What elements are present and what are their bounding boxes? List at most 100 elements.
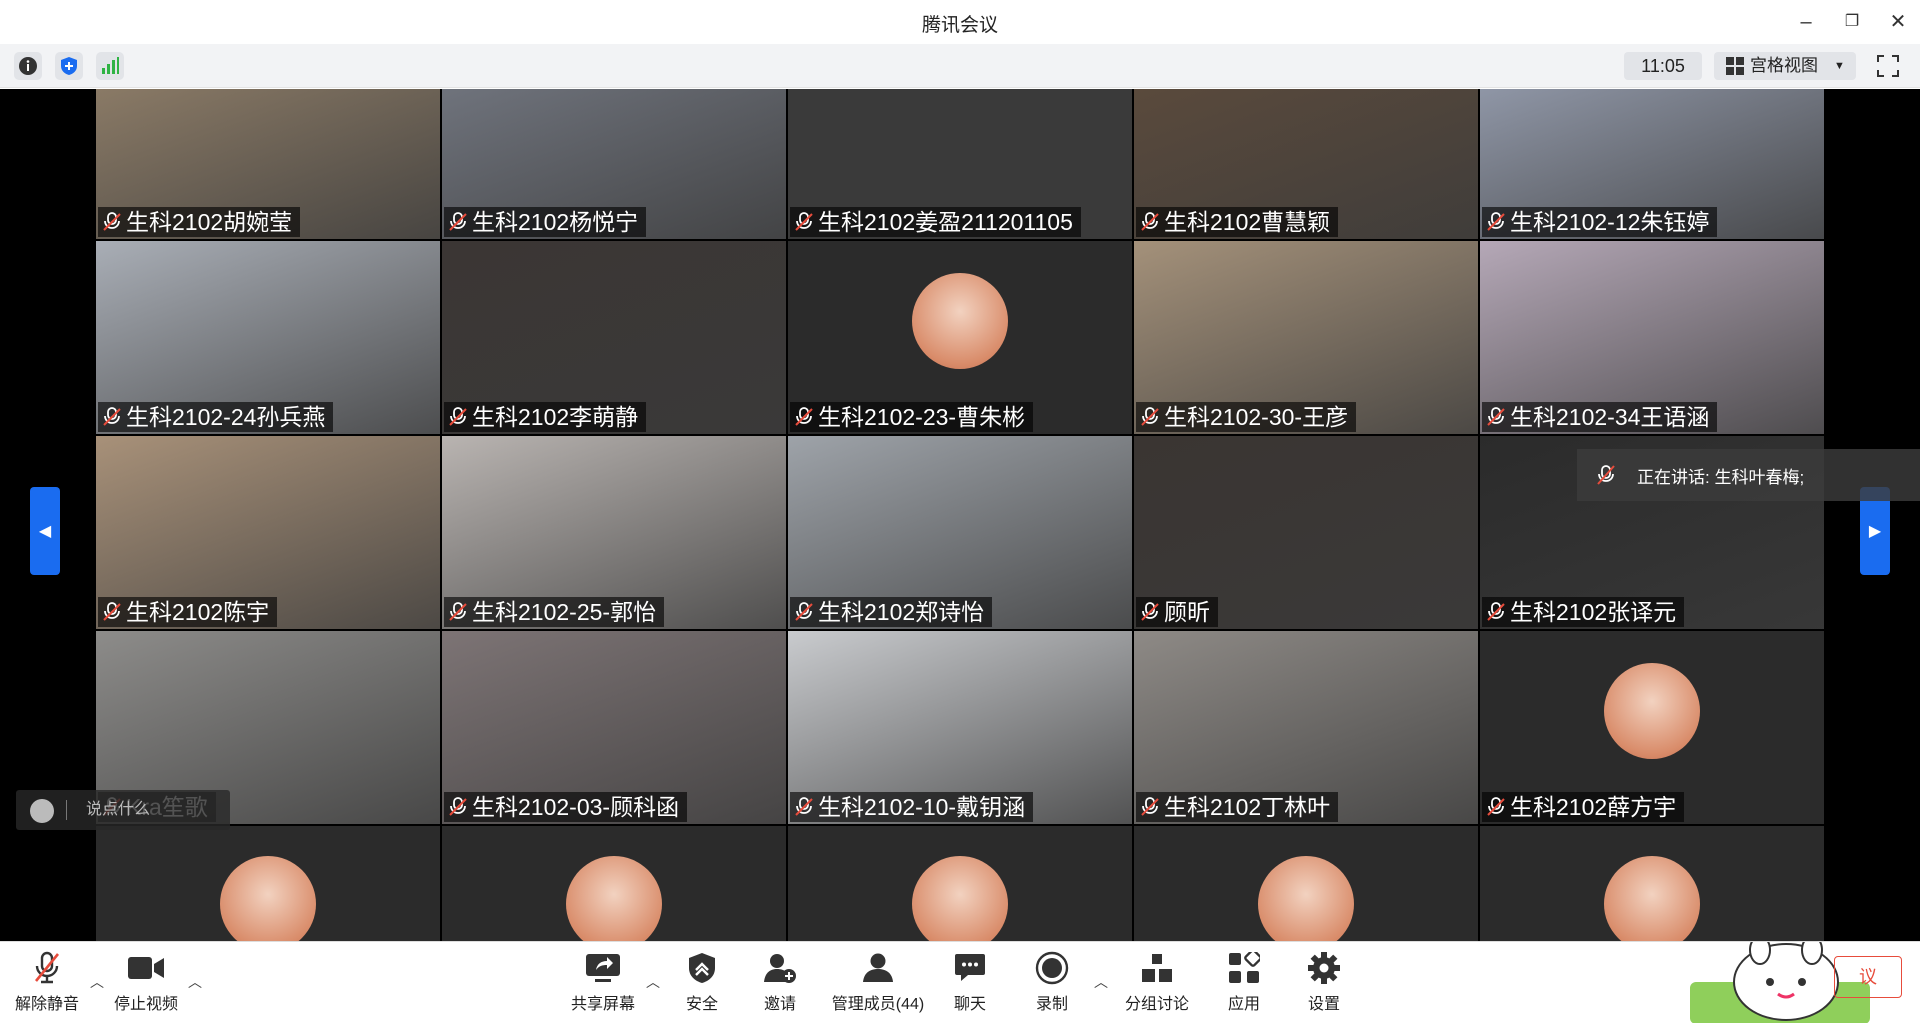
end-meeting-button[interactable]: 议 [1834,956,1902,998]
meeting-clock: 11:05 [1624,52,1702,80]
minimize-button[interactable]: – [1792,8,1820,36]
participant-tile[interactable]: 生科2102-24孙兵燕 [96,241,440,434]
camera-icon [128,957,164,979]
participant-tile[interactable]: 生科2102-34王语涵 [1480,241,1824,434]
chat-placeholder: 说点什么 [86,801,151,818]
participant-tile[interactable]: 生科2102-25-郭怡 [442,436,786,629]
video-grid-area: 生科2102胡婉莹 生科2102杨悦宁 生科2102姜盈211201105 生科210… [0,89,1920,941]
mic-muted-icon [1487,797,1505,816]
participant-tile[interactable]: 生科2102郑诗怡 [788,436,1132,629]
mic-muted-icon [1487,602,1505,621]
share-screen-icon [586,954,620,982]
participant-tile[interactable]: 生科2102-10-戴钥涵 [788,631,1132,824]
participant-name-label: 顾昕 [1136,597,1218,627]
mic-muted-icon [795,407,813,426]
prev-page-button[interactable]: ◀ [30,487,60,575]
mic-muted-icon [103,407,121,426]
settings-button[interactable]: 设置 [1296,948,1352,1014]
participant-tile[interactable]: 生科2102薛方宇 [1480,631,1824,824]
participant-name: 生科2102-30-王彦 [1164,404,1349,430]
participant-name: 生科2102郑诗怡 [818,599,985,625]
participant-name: 顾昕 [1164,599,1210,625]
participant-name-label: 生科2102-25-郭怡 [444,597,665,627]
gear-icon [1308,952,1340,984]
participant-tile[interactable]: 生科2102姜盈211201105 [788,89,1132,239]
share-screen-button[interactable]: 共享屏幕 [566,948,640,1014]
restore-button[interactable]: ❐ [1838,8,1866,36]
participant-tile[interactable]: 生科2102-03-顾科函 [442,631,786,824]
share-options-caret[interactable]: ︿ [646,972,660,992]
unmute-button[interactable]: 解除静音 [14,948,80,1014]
record-icon [1035,951,1069,985]
manage-members-button[interactable]: 管理成员(44) [826,948,930,1014]
participant-name-label: 生科2102薛方宇 [1482,792,1685,822]
apps-icon [1229,952,1260,983]
info-icon[interactable] [14,52,42,80]
participant-tile[interactable]: 生科2102胡婉莹 [96,89,440,239]
participant-tile[interactable]: 生科2102杨悦宁 [442,89,786,239]
record-button[interactable]: 录制 [1024,948,1080,1014]
participant-name-label: 生科2102-12朱钰婷 [1482,207,1718,237]
invite-button[interactable]: 邀请 [752,948,808,1014]
participant-tile[interactable]: 生科2102丁林叶 [1134,631,1478,824]
participant-tile[interactable]: 生科2102-12朱钰婷 [1480,89,1824,239]
meeting-info-bar: 11:05 宫格视图 ▼ [0,44,1920,88]
participant-tile[interactable]: 生科2102-23-曹朱彬 [788,241,1132,434]
participant-name: 生科2102薛方宇 [1510,794,1677,820]
breakout-icon [1142,954,1172,982]
avatar [912,856,1008,941]
fullscreen-icon[interactable] [1876,54,1900,78]
participant-name-label: 生科2102陈宇 [98,597,278,627]
participant-name-label: 生科2102丁林叶 [1136,792,1339,822]
chat-icon [955,954,985,981]
mic-muted-icon [449,797,467,816]
breakout-rooms-button[interactable]: 分组讨论 [1120,948,1194,1014]
mic-muted-icon [103,212,121,231]
audio-options-caret[interactable]: ︿ [90,972,104,992]
add-user-icon [764,954,796,983]
participant-name-label: 生科2102-10-戴钥涵 [790,792,1034,822]
mic-muted-icon [795,602,813,621]
participant-name-label: 生科2102杨悦宁 [444,207,647,237]
participant-tile[interactable]: 生科2102陈宇 [96,436,440,629]
participant-name-label: 生科2102-30-王彦 [1136,402,1357,432]
speaking-indicator: 正在讲话: 生科叶春梅; [1577,449,1920,501]
participant-tile[interactable] [1134,826,1478,941]
quick-chat-input[interactable]: 说点什么 [16,790,230,830]
close-button[interactable]: ✕ [1884,8,1912,36]
participant-name: 生科2102-25-郭怡 [472,599,657,625]
participant-name-label: 生科2102姜盈211201105 [790,207,1081,237]
record-options-caret[interactable]: ︿ [1094,972,1108,992]
participant-name: 生科2102-12朱钰婷 [1510,209,1710,235]
participant-tile[interactable]: 生科2102曹慧颖 [1134,89,1478,239]
stop-video-button[interactable]: 停止视频 [110,948,182,1014]
avatar [566,856,662,941]
view-mode-dropdown[interactable]: 宫格视图 ▼ [1714,52,1856,80]
video-options-caret[interactable]: ︿ [188,972,202,992]
mic-muted-icon [1141,407,1159,426]
participant-tile[interactable] [442,826,786,941]
security-button[interactable]: 安全 [674,948,730,1014]
participant-name: 生科2102李萌静 [472,404,639,430]
mic-muted-icon [1141,797,1159,816]
participant-tile[interactable] [788,826,1132,941]
shield-icon[interactable] [55,52,83,80]
emoji-icon[interactable] [30,799,54,823]
participant-name-label: 生科2102张译元 [1482,597,1685,627]
participant-tile[interactable]: 生科2102李萌静 [442,241,786,434]
participant-tile[interactable]: 顾昕 [1134,436,1478,629]
chat-button[interactable]: 聊天 [942,948,998,1014]
mic-muted-icon [34,951,60,984]
participant-name-label: 生科2102-03-顾科函 [444,792,688,822]
participant-name-label: 生科2102曹慧颖 [1136,207,1339,237]
participant-name: 生科2102陈宇 [126,599,270,625]
mic-muted-icon [795,797,813,816]
participant-tile[interactable]: 生科2102-30-王彦 [1134,241,1478,434]
apps-button[interactable]: 应用 [1216,948,1272,1014]
mic-muted-icon [449,212,467,231]
participant-tile[interactable] [96,826,440,941]
signal-icon[interactable] [96,52,124,80]
participant-tile[interactable] [1480,826,1824,941]
participant-name: 生科2102-34王语涵 [1510,404,1710,430]
mic-muted-icon [1141,212,1159,231]
